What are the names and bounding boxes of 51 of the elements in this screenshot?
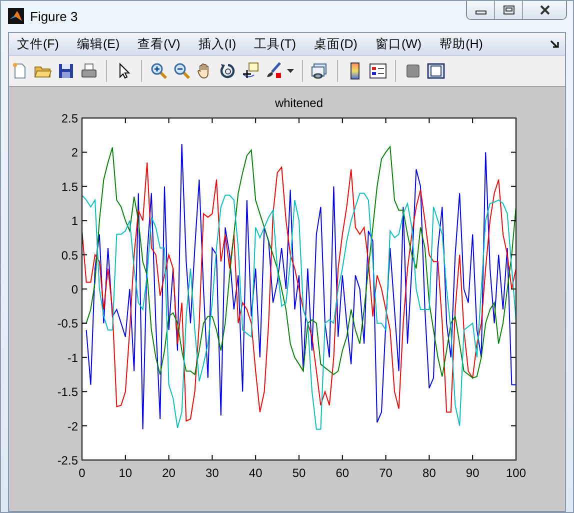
x-tick-label: 70 xyxy=(379,466,392,480)
close-button[interactable] xyxy=(522,1,566,19)
y-tick-label: 1 xyxy=(71,214,78,228)
x-tick-label: 80 xyxy=(422,466,436,480)
y-tick-label: -2.5 xyxy=(57,454,78,468)
maximize-icon xyxy=(502,4,514,14)
y-tick-label: -0.5 xyxy=(57,316,78,331)
square-icon[interactable] xyxy=(404,62,422,80)
zoom-in-icon[interactable] xyxy=(150,62,168,80)
y-tick-label: 0 xyxy=(71,282,78,296)
x-tick-label: 60 xyxy=(336,466,350,480)
linked-plots-icon[interactable] xyxy=(311,62,329,80)
legend-icon[interactable] xyxy=(369,62,387,80)
menu-item[interactable]: 桌面(D) xyxy=(314,36,358,52)
y-tick-label: -1 xyxy=(67,350,78,365)
app-logo-icon xyxy=(8,8,24,24)
caret-icon[interactable] xyxy=(287,69,294,73)
y-tick-label: -2 xyxy=(67,419,78,434)
maximize-button[interactable] xyxy=(494,1,522,19)
minimize-button[interactable] xyxy=(467,1,494,19)
y-tick-label: 1.5 xyxy=(61,180,78,194)
brush-icon[interactable] xyxy=(265,62,283,80)
y-tick-label: -1.5 xyxy=(57,385,78,400)
menu-item[interactable]: 工具(T) xyxy=(254,36,296,52)
window-title: Figure 3 xyxy=(30,8,78,24)
menu-item[interactable]: 查看(V) xyxy=(138,36,180,52)
menu-item[interactable]: 帮助(H) xyxy=(440,36,483,52)
menu-item[interactable]: 编辑(E) xyxy=(76,36,120,52)
save-icon[interactable] xyxy=(57,62,75,80)
data-cursor-icon[interactable] xyxy=(242,62,260,80)
zoom-out-icon[interactable] xyxy=(173,62,191,80)
x-tick-label: 50 xyxy=(292,466,306,480)
y-tick-label: 0.5 xyxy=(61,248,78,262)
y-tick-label: 2 xyxy=(71,146,78,160)
y-tick-label: 2.5 xyxy=(61,112,78,126)
chart-title: whitened xyxy=(274,96,324,110)
menu-item[interactable]: 窗口(W) xyxy=(375,36,422,52)
x-tick-label: 10 xyxy=(118,466,132,480)
menu-item[interactable]: 文件(F) xyxy=(17,36,59,52)
x-tick-label: 20 xyxy=(162,466,176,480)
x-tick-label: 40 xyxy=(248,466,262,480)
x-tick-label: 100 xyxy=(506,466,526,480)
x-tick-label: 0 xyxy=(78,466,86,480)
menu-item[interactable]: 插入(I) xyxy=(198,36,236,52)
close-icon xyxy=(538,4,550,14)
plot-tools-icon[interactable] xyxy=(427,62,445,80)
dock-arrow-icon[interactable] xyxy=(550,39,560,49)
print-icon[interactable] xyxy=(80,62,98,80)
x-tick-label: 30 xyxy=(206,466,219,480)
x-tick-label: 90 xyxy=(466,466,480,480)
rotate-icon[interactable] xyxy=(219,62,237,80)
